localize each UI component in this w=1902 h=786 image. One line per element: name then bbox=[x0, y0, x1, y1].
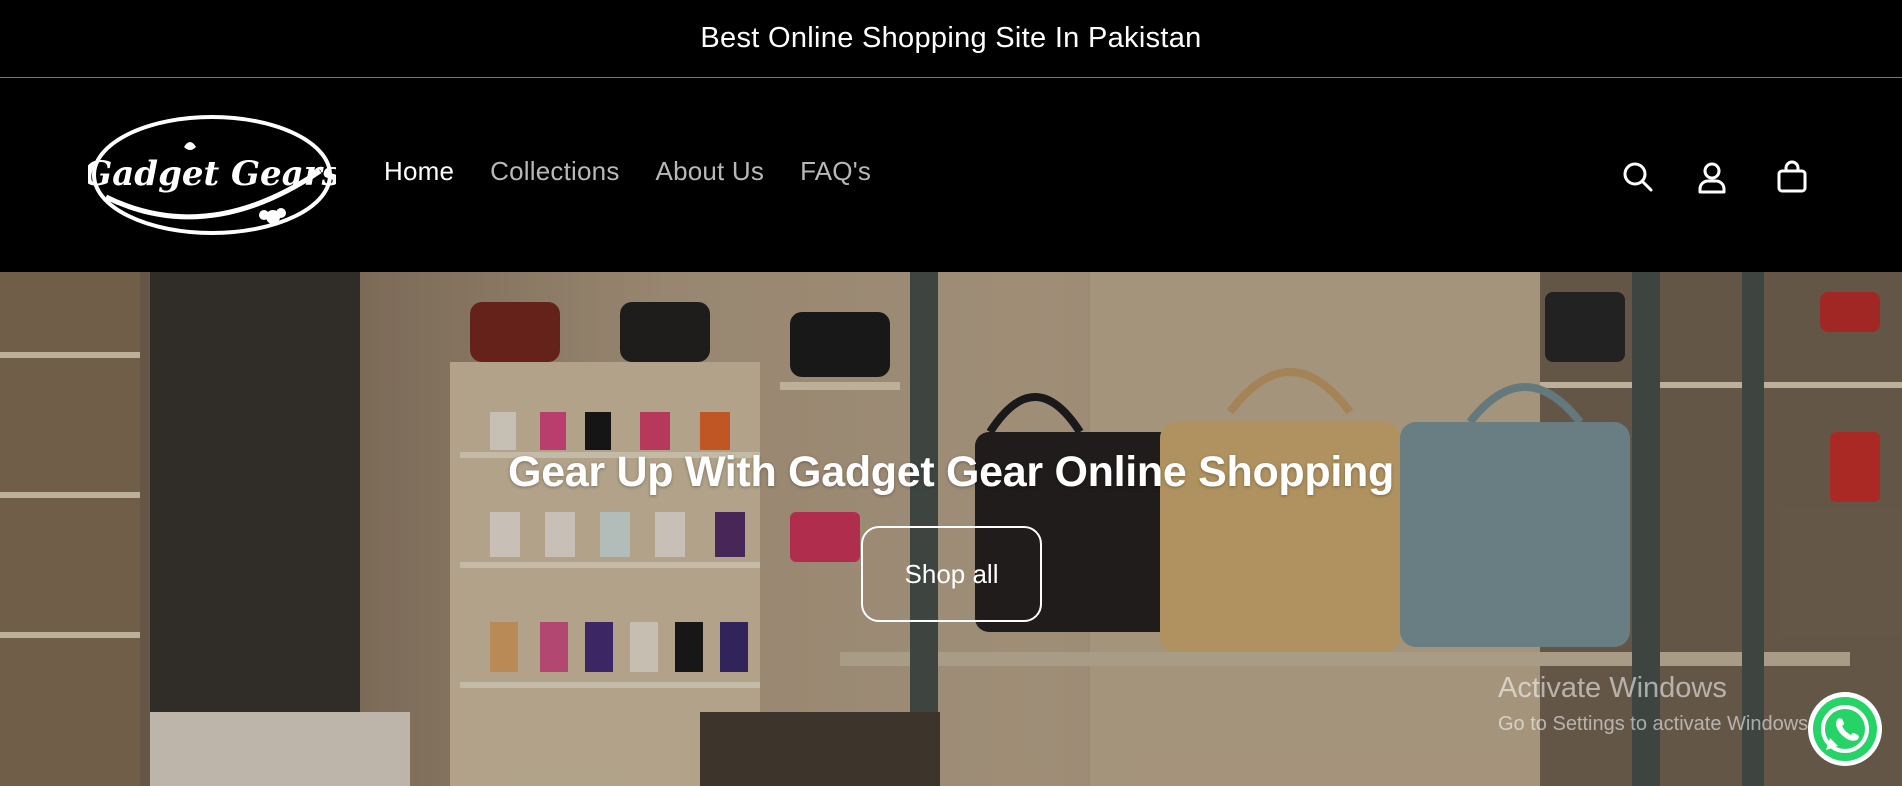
nav-faqs[interactable]: FAQ's bbox=[800, 158, 871, 184]
logo[interactable]: Gadget Gears bbox=[83, 111, 341, 239]
main-nav: Home Collections About Us FAQ's bbox=[384, 158, 907, 184]
nav-collections[interactable]: Collections bbox=[490, 158, 619, 184]
activation-title: Activate Windows bbox=[1498, 672, 1727, 704]
hero-banner: Gear Up With Gadget Gear Online Shopping… bbox=[0, 272, 1902, 786]
site-header: Gadget Gears Home Collections About Us F… bbox=[0, 79, 1902, 272]
announcement-text: Best Online Shopping Site In Pakistan bbox=[700, 22, 1202, 54]
activation-subtitle: Go to Settings to activate Windows. bbox=[1498, 713, 1814, 735]
header-actions bbox=[1620, 159, 1810, 195]
windows-activation-watermark: Activate Windows Go to Settings to activ… bbox=[1498, 672, 1814, 736]
announcement-bar: Best Online Shopping Site In Pakistan bbox=[0, 0, 1902, 78]
hero-title: Gear Up With Gadget Gear Online Shopping bbox=[508, 448, 1394, 496]
search-icon[interactable] bbox=[1620, 159, 1656, 195]
account-icon[interactable] bbox=[1694, 159, 1730, 195]
nav-about-us[interactable]: About Us bbox=[656, 158, 765, 184]
nav-home[interactable]: Home bbox=[384, 158, 454, 184]
cart-icon[interactable] bbox=[1774, 159, 1810, 195]
whatsapp-icon[interactable] bbox=[1806, 690, 1884, 768]
shop-all-button[interactable]: Shop all bbox=[861, 526, 1042, 622]
logo-wordmark: Gadget Gears bbox=[88, 154, 336, 194]
